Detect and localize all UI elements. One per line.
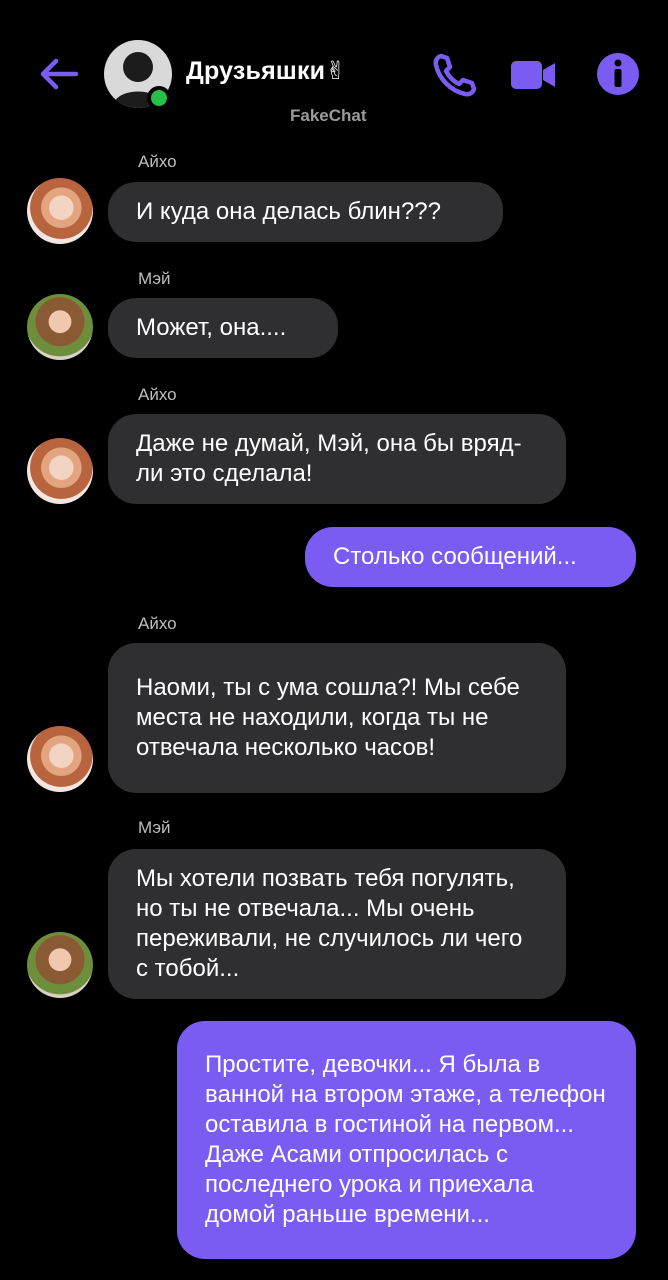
sender-avatar[interactable] <box>27 932 93 998</box>
phone-icon[interactable] <box>432 52 478 98</box>
chat-title[interactable]: Друзьяшки✌ <box>186 56 346 86</box>
sender-avatar[interactable] <box>27 294 93 360</box>
outgoing-message[interactable]: Простите, девочки... Я была в ванной на … <box>177 1021 636 1259</box>
incoming-message[interactable]: Может, она.... <box>108 298 338 358</box>
message-sender: Айхо <box>138 152 177 171</box>
video-camera-icon[interactable] <box>510 52 556 98</box>
chat-header: Друзьяшки✌ FakeChat <box>0 0 668 140</box>
outgoing-message[interactable]: Столько сообщений... <box>305 527 636 587</box>
message-sender: Мэй <box>138 269 171 288</box>
incoming-message[interactable]: Наоми, ты с ума сошла?! Мы себе места не… <box>108 643 566 793</box>
sender-avatar[interactable] <box>27 438 93 504</box>
chat-subtitle: FakeChat <box>290 106 367 125</box>
info-icon[interactable] <box>596 52 640 96</box>
incoming-message[interactable]: Мы хотели позвать тебя погулять, но ты н… <box>108 849 566 999</box>
message-sender: Мэй <box>138 818 171 837</box>
incoming-message[interactable]: Даже не думай, Мэй, она бы вряд-ли это с… <box>108 414 566 504</box>
online-status-dot <box>147 86 171 110</box>
sender-avatar[interactable] <box>27 726 93 792</box>
sender-avatar[interactable] <box>27 178 93 244</box>
message-sender: Айхо <box>138 385 177 404</box>
incoming-message[interactable]: И куда она делась блин??? <box>108 182 503 242</box>
message-sender: Айхо <box>138 614 177 633</box>
back-arrow-icon[interactable] <box>36 52 80 96</box>
